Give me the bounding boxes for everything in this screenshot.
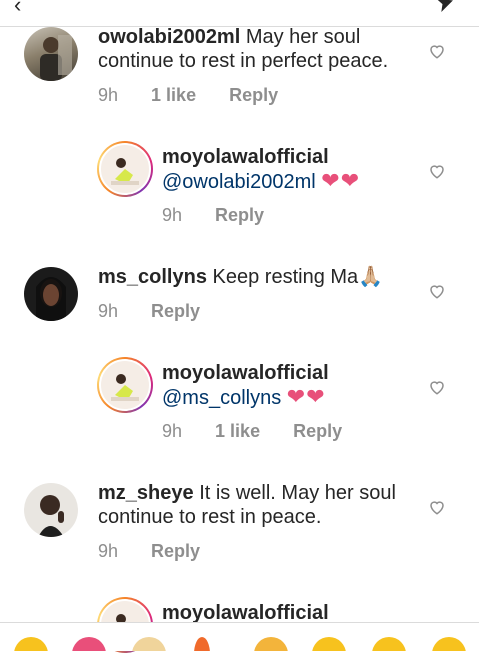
avatar[interactable] bbox=[97, 357, 153, 413]
heart-emoji: ❤❤ bbox=[286, 384, 326, 409]
emoji-party-icon[interactable] bbox=[254, 637, 288, 651]
mention-link[interactable]: @ms_collyns bbox=[162, 387, 281, 409]
reply-button[interactable]: Reply bbox=[151, 541, 200, 561]
comment-text: ms_collyns Keep resting Ma🙏🏼 bbox=[98, 265, 418, 289]
avatar[interactable] bbox=[24, 267, 78, 321]
top-bar: ‹ ➤ bbox=[0, 0, 479, 27]
reply-button[interactable]: Reply bbox=[229, 85, 278, 105]
mention-link[interactable]: @owolabi2002ml bbox=[162, 171, 316, 193]
emoji-wow-icon[interactable] bbox=[372, 637, 406, 651]
send-icon[interactable]: ➤ bbox=[432, 0, 458, 18]
comment-time: 9h bbox=[162, 421, 183, 441]
reply-text: moyolawalofficial @ms_collyns ❤❤ bbox=[162, 361, 422, 410]
heart-outline-icon[interactable] bbox=[428, 378, 446, 396]
comment-username[interactable]: owolabi2002ml bbox=[98, 26, 240, 48]
heart-outline-icon[interactable] bbox=[428, 498, 446, 516]
comment-time: 9h bbox=[98, 301, 119, 321]
comment-body: Keep resting Ma🙏🏼 bbox=[212, 266, 384, 288]
comment-likes[interactable]: 1 like bbox=[215, 421, 260, 441]
back-arrow-icon[interactable]: ‹ bbox=[14, 0, 21, 18]
emoji-laugh-icon[interactable] bbox=[432, 637, 466, 651]
comment-time: 9h bbox=[162, 205, 183, 225]
heart-outline-icon[interactable] bbox=[428, 282, 446, 300]
avatar[interactable] bbox=[24, 27, 78, 81]
emoji-sad-icon[interactable] bbox=[312, 637, 346, 651]
comment-time: 9h bbox=[98, 541, 119, 561]
emoji-smile-icon[interactable] bbox=[14, 637, 48, 651]
avatar[interactable] bbox=[97, 141, 153, 197]
comment-text: owolabi2002ml May her soul continue to r… bbox=[98, 25, 418, 73]
comment-meta: 9h 1 like Reply bbox=[98, 85, 306, 106]
reply-button[interactable]: Reply bbox=[215, 205, 264, 225]
avatar[interactable] bbox=[24, 483, 78, 537]
comment-username[interactable]: ms_collyns bbox=[98, 266, 207, 288]
emoji-quick-bar bbox=[0, 622, 479, 651]
reply-text: moyolawalofficial @owolabi2002ml ❤❤ bbox=[162, 145, 422, 194]
reply-button[interactable]: Reply bbox=[293, 421, 342, 441]
comment-text: mz_sheye It is well. May her soul contin… bbox=[98, 481, 418, 529]
emoji-clap-icon[interactable] bbox=[132, 637, 166, 651]
heart-outline-icon[interactable] bbox=[428, 162, 446, 180]
reply-button[interactable]: Reply bbox=[151, 301, 200, 321]
heart-emoji: ❤❤ bbox=[321, 168, 361, 193]
comment-likes[interactable]: 1 like bbox=[151, 85, 196, 105]
comment-meta: 9h Reply bbox=[98, 541, 228, 562]
reply-username[interactable]: moyolawalofficial bbox=[162, 145, 422, 169]
comment-time: 9h bbox=[98, 85, 119, 105]
comment-username[interactable]: mz_sheye bbox=[98, 482, 194, 504]
emoji-fire-icon[interactable] bbox=[194, 637, 210, 651]
comment-meta: 9h 1 like Reply bbox=[162, 421, 370, 442]
comment-meta: 9h Reply bbox=[98, 301, 228, 322]
comment-meta: 9h Reply bbox=[162, 205, 292, 226]
heart-outline-icon[interactable] bbox=[428, 42, 446, 60]
emoji-heart-icon[interactable] bbox=[72, 637, 106, 651]
reply-username[interactable]: moyolawalofficial bbox=[162, 361, 422, 385]
